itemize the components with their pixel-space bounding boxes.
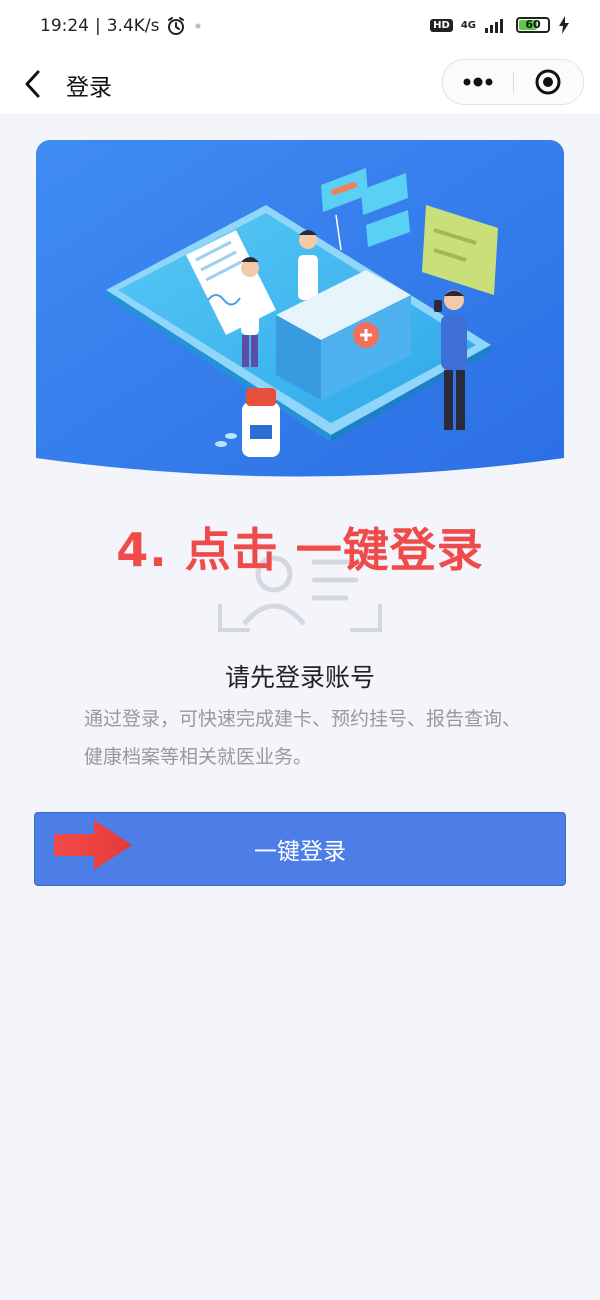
status-separator: | [95,16,101,36]
status-right: HD 4G 60 [430,16,570,34]
status-left: 19:24 | 3.4K/s [40,16,204,36]
login-button-label: 一键登录 [254,839,346,865]
instruction-overlay: 4. 点击 一键登录 [116,523,484,577]
medical-illustration [36,140,564,477]
battery-icon: 60 [516,17,550,33]
status-bar: 19:24 | 3.4K/s HD 4G 60 [0,0,600,56]
status-network-speed: 3.4K/s [106,16,160,36]
more-button[interactable] [443,60,513,104]
login-description: 通过登录，可快速完成建卡、预约挂号、报告查询、健康档案等相关就医业务。 [84,708,522,768]
signal-icon [485,19,503,33]
nav-bar: 登录 [0,56,600,114]
network-type: 4G [460,19,476,31]
login-heading: 请先登录账号 [224,663,375,692]
charging-icon [559,16,569,34]
page-title: 登录 [66,75,112,101]
hd-badge: HD [430,18,453,32]
red-arrow-icon [54,820,132,870]
close-miniprogram-button[interactable] [514,60,584,104]
back-button[interactable] [18,66,50,102]
target-close-icon [535,69,561,95]
chevron-left-icon [25,70,40,98]
battery-level: 60 [525,18,541,31]
banner-illustration [36,140,564,490]
more-dots-icon [463,77,493,87]
status-time: 19:24 [40,16,89,36]
alarm-icon [167,17,184,35]
miniprogram-capsule [442,59,584,105]
notification-dot-icon [195,23,201,29]
